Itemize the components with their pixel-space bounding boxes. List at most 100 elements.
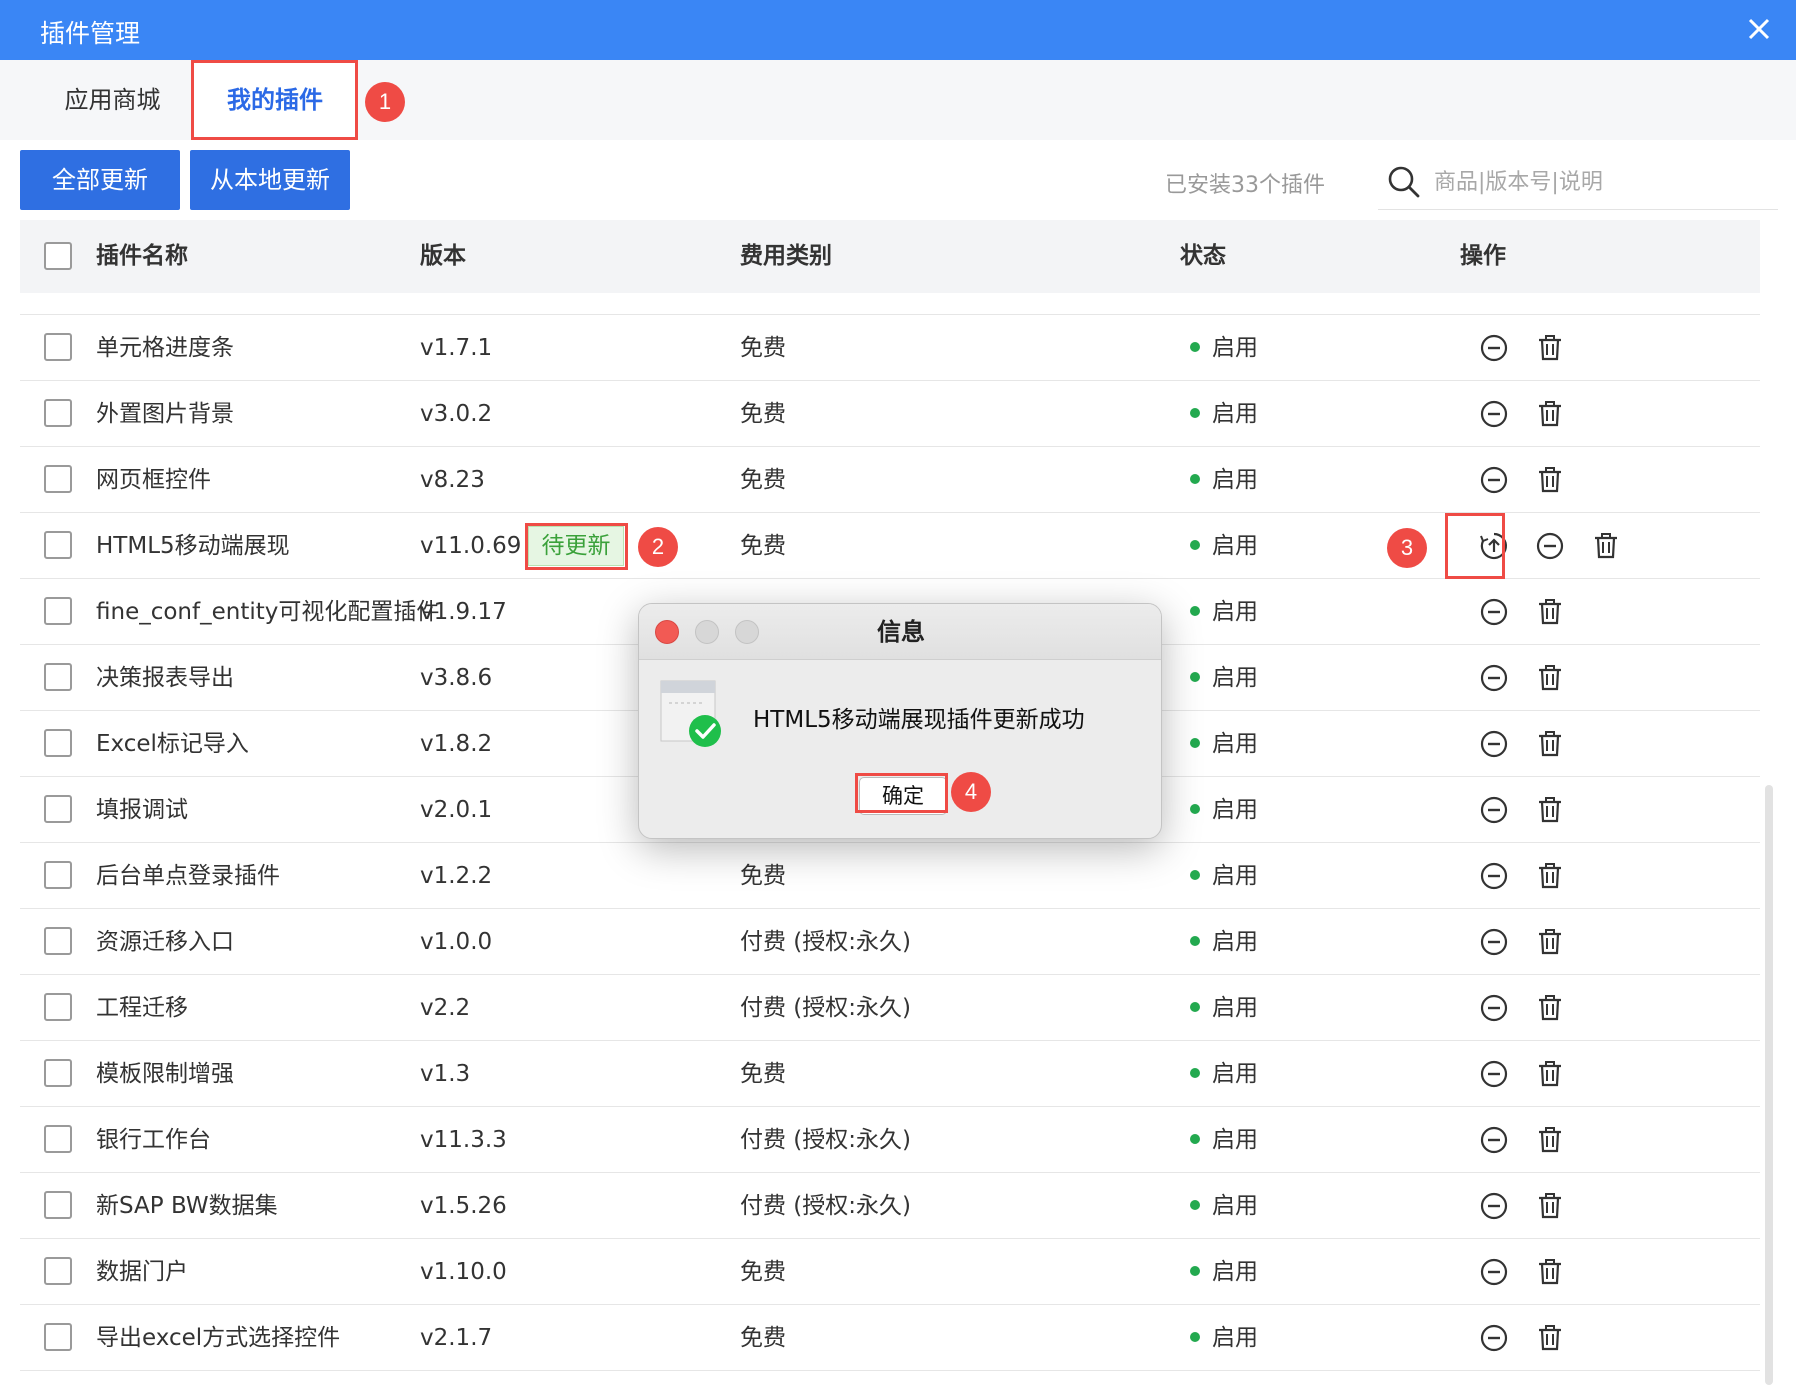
- disable-icon[interactable]: [1478, 1058, 1510, 1090]
- row-checkbox[interactable]: [44, 333, 72, 361]
- column-header-actions: 操作: [1460, 243, 1506, 269]
- row-checkbox[interactable]: [44, 1125, 72, 1153]
- plugin-version: v3.0.2: [420, 401, 493, 427]
- plugin-name: 资源迁移入口: [96, 929, 234, 955]
- row-checkbox[interactable]: [44, 465, 72, 493]
- status-dot: [1190, 605, 1200, 616]
- delete-icon[interactable]: [1534, 926, 1566, 958]
- delete-icon[interactable]: [1534, 596, 1566, 628]
- status-text: 启用: [1212, 995, 1258, 1021]
- table-row: 导出excel方式选择控件 v2.1.7 免费 启用: [20, 1305, 1760, 1371]
- delete-icon[interactable]: [1534, 860, 1566, 892]
- plugin-fee: 免费: [740, 533, 786, 559]
- row-checkbox[interactable]: [44, 729, 72, 757]
- plugin-fee: 免费: [740, 1325, 786, 1351]
- status-text: 启用: [1212, 929, 1258, 955]
- tab-my-plugins[interactable]: 我的插件: [193, 62, 357, 140]
- column-header-fee: 费用类别: [740, 243, 832, 269]
- plugin-status: 启用: [1190, 381, 1258, 447]
- plugin-version: v1.5.26: [420, 1193, 507, 1219]
- toolbar: 全部更新 从本地更新 已安装33个插件: [0, 140, 1796, 220]
- delete-icon[interactable]: [1534, 332, 1566, 364]
- delete-icon[interactable]: [1534, 662, 1566, 694]
- disable-icon[interactable]: [1478, 1190, 1510, 1222]
- disable-icon[interactable]: [1478, 926, 1510, 958]
- disable-icon[interactable]: [1478, 398, 1510, 430]
- delete-icon[interactable]: [1534, 728, 1566, 760]
- select-all-checkbox[interactable]: [44, 242, 72, 270]
- delete-icon[interactable]: [1534, 1124, 1566, 1156]
- disable-icon[interactable]: [1478, 332, 1510, 364]
- row-checkbox[interactable]: [44, 1059, 72, 1087]
- plugin-name: 单元格进度条: [96, 335, 234, 361]
- delete-icon[interactable]: [1534, 1256, 1566, 1288]
- update-all-button[interactable]: 全部更新: [20, 150, 180, 210]
- table-row: 银行工作台 v11.3.3 付费 (授权:永久) 启用: [20, 1107, 1760, 1173]
- plugin-version: v2.0.1: [420, 797, 493, 823]
- disable-icon[interactable]: [1478, 1256, 1510, 1288]
- success-document-icon: [660, 680, 721, 747]
- plugin-status: 启用: [1190, 975, 1258, 1041]
- delete-icon[interactable]: [1534, 398, 1566, 430]
- delete-icon[interactable]: [1534, 794, 1566, 826]
- delete-icon[interactable]: [1534, 1322, 1566, 1354]
- row-checkbox[interactable]: [44, 531, 72, 559]
- disable-icon[interactable]: [1478, 1322, 1510, 1354]
- dialog-message: HTML5移动端展现插件更新成功: [753, 707, 1085, 733]
- annotation-badge-2: 2: [638, 527, 678, 567]
- plugin-fee: 付费 (授权:永久): [740, 929, 912, 955]
- table-row: 网页框控件 v8.23 免费 启用: [20, 447, 1760, 513]
- row-checkbox[interactable]: [44, 663, 72, 691]
- plugin-status: 启用: [1190, 645, 1258, 711]
- scrollbar[interactable]: [1765, 785, 1773, 1385]
- search-input[interactable]: [1434, 162, 1764, 202]
- table-row: 数据门户 v1.10.0 免费 启用: [20, 1239, 1760, 1305]
- plugin-name: 银行工作台: [96, 1127, 211, 1153]
- table-row: 资源迁移入口 v1.0.0 付费 (授权:永久) 启用: [20, 909, 1760, 975]
- delete-icon[interactable]: [1534, 1190, 1566, 1222]
- disable-icon[interactable]: [1478, 464, 1510, 496]
- row-checkbox[interactable]: [44, 1191, 72, 1219]
- disable-icon[interactable]: [1478, 794, 1510, 826]
- status-dot: [1190, 407, 1200, 418]
- close-icon[interactable]: [1742, 12, 1776, 46]
- disable-icon[interactable]: [1478, 860, 1510, 892]
- plugin-status: 启用: [1190, 1239, 1258, 1305]
- delete-icon[interactable]: [1534, 1058, 1566, 1090]
- delete-icon[interactable]: [1534, 992, 1566, 1024]
- row-checkbox[interactable]: [44, 1323, 72, 1351]
- status-dot: [1190, 935, 1200, 946]
- row-checkbox[interactable]: [44, 1257, 72, 1285]
- status-dot: [1190, 737, 1200, 748]
- disable-icon[interactable]: [1478, 1124, 1510, 1156]
- row-checkbox[interactable]: [44, 927, 72, 955]
- row-checkbox[interactable]: [44, 861, 72, 889]
- plugin-name: fine_conf_entity可视化配置插件: [96, 599, 440, 625]
- status-dot: [1190, 1199, 1200, 1210]
- delete-icon[interactable]: [1534, 464, 1566, 496]
- plugin-version: v2.1.7: [420, 1325, 493, 1351]
- status-dot: [1190, 1067, 1200, 1078]
- disable-icon[interactable]: [1478, 662, 1510, 694]
- plugin-status: 启用: [1190, 513, 1258, 579]
- status-dot: [1190, 869, 1200, 880]
- tab-app-store[interactable]: 应用商城: [40, 60, 185, 140]
- row-checkbox[interactable]: [44, 795, 72, 823]
- plugin-name: Excel标记导入: [96, 731, 249, 757]
- row-checkbox[interactable]: [44, 597, 72, 625]
- tab-bar: 应用商城 我的插件: [0, 60, 1796, 140]
- disable-icon[interactable]: [1478, 728, 1510, 760]
- column-header-name: 插件名称: [96, 243, 188, 269]
- plugin-version: v1.2.2: [420, 863, 493, 889]
- update-icon[interactable]: [1478, 530, 1510, 562]
- disable-icon[interactable]: [1478, 992, 1510, 1024]
- plugin-status: 启用: [1190, 1041, 1258, 1107]
- delete-icon[interactable]: [1590, 530, 1622, 562]
- disable-icon[interactable]: [1534, 530, 1566, 562]
- row-checkbox[interactable]: [44, 399, 72, 427]
- update-from-local-button[interactable]: 从本地更新: [190, 150, 350, 210]
- disable-icon[interactable]: [1478, 596, 1510, 628]
- confirm-button[interactable]: 确定: [859, 777, 947, 815]
- row-checkbox[interactable]: [44, 993, 72, 1021]
- plugin-fee: 付费 (授权:永久): [740, 995, 912, 1021]
